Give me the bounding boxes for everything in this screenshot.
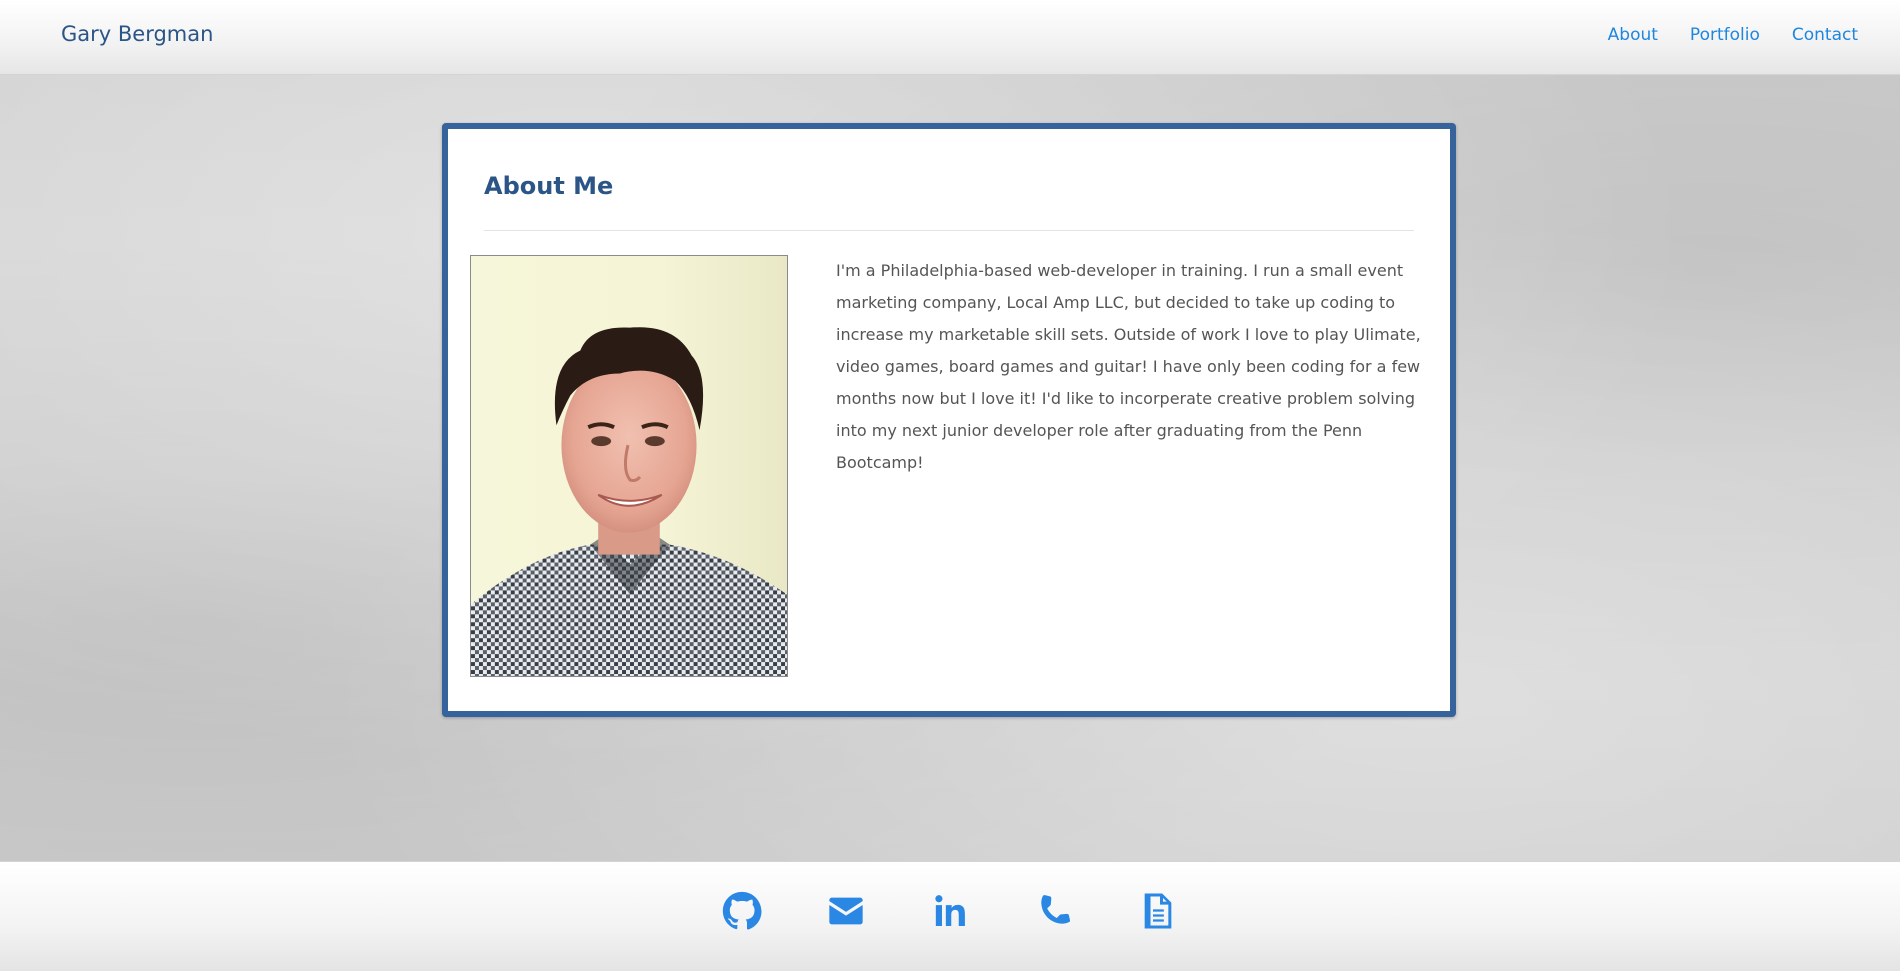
title-divider (484, 230, 1414, 231)
brand-link[interactable]: Gary Bergman (61, 22, 213, 46)
nav-links: About Portfolio Contact (1608, 25, 1858, 45)
footer (0, 861, 1900, 971)
about-card: About Me I'm a Philadelphia-based web-de… (442, 123, 1456, 717)
email-link[interactable] (825, 890, 867, 932)
phone-link[interactable] (1033, 890, 1075, 932)
nav-link-about[interactable]: About (1608, 25, 1658, 45)
profile-photo-graphic (471, 256, 787, 676)
linkedin-link[interactable] (929, 890, 971, 932)
envelope-icon (829, 897, 863, 925)
about-bio: I'm a Philadelphia-based web-developer i… (836, 261, 1421, 472)
resume-link[interactable] (1137, 890, 1179, 932)
github-icon (722, 891, 762, 930)
navbar: Gary Bergman About Portfolio Contact (0, 0, 1900, 75)
github-link[interactable] (721, 890, 763, 932)
phone-icon (1041, 895, 1071, 924)
profile-photo (470, 255, 788, 677)
nav-link-contact[interactable]: Contact (1792, 25, 1858, 45)
about-title: About Me (484, 172, 614, 200)
footer-icons (0, 890, 1900, 932)
linkedin-icon (935, 895, 965, 926)
nav-link-portfolio[interactable]: Portfolio (1690, 25, 1760, 45)
document-icon (1144, 893, 1172, 929)
